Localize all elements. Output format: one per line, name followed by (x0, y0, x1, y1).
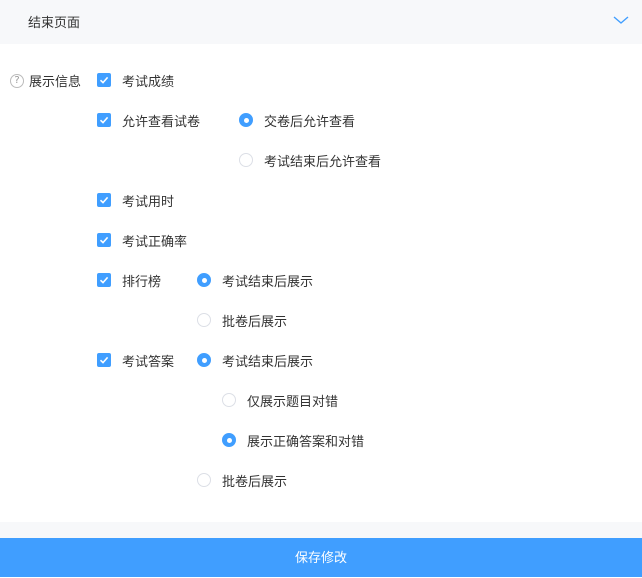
radio-label: 批卷后展示 (222, 474, 288, 490)
checkbox-label: 考试正确率 (122, 234, 188, 250)
checkbox-label: 考试答案 (122, 354, 175, 370)
radio-answers-after-grading[interactable]: 批卷后展示 (197, 470, 287, 490)
save-button[interactable]: 保存修改 (0, 538, 642, 577)
checkbox-label: 考试成绩 (122, 74, 175, 90)
checkbox-exam-score[interactable]: 考试成绩 (97, 70, 174, 90)
radio-label: 考试结束后允许查看 (264, 154, 382, 170)
radio-label: 考试结束后展示 (222, 274, 314, 290)
checkbox-allow-view-paper[interactable]: 允许查看试卷 (97, 110, 200, 130)
checkbox-checked-icon[interactable] (97, 353, 111, 367)
radio-leaderboard-after-exam-end[interactable]: 考试结束后展示 (197, 270, 313, 290)
radio-checked-icon[interactable] (222, 433, 236, 447)
checkbox-label: 考试用时 (122, 194, 175, 210)
checkbox-checked-icon[interactable] (97, 113, 111, 127)
question-circle-icon[interactable]: ? (10, 74, 24, 88)
radio-checked-icon[interactable] (197, 273, 211, 287)
checkbox-checked-icon[interactable] (97, 73, 111, 87)
radio-label: 考试结束后展示 (222, 354, 314, 370)
section-title: 结束页面 (28, 16, 81, 31)
radio-unchecked-icon[interactable] (197, 473, 211, 487)
radio-label: 仅展示题目对错 (247, 394, 339, 410)
chevron-down-icon[interactable] (612, 12, 630, 28)
radio-unchecked-icon[interactable] (197, 313, 211, 327)
footer-divider (0, 522, 642, 538)
radio-leaderboard-after-grading[interactable]: 批卷后展示 (197, 310, 287, 330)
radio-label: 批卷后展示 (222, 314, 288, 330)
checkbox-checked-icon[interactable] (97, 273, 111, 287)
checkbox-leaderboard[interactable]: 排行榜 (97, 270, 161, 290)
checkbox-label: 允许查看试卷 (122, 114, 201, 130)
radio-checked-icon[interactable] (239, 113, 253, 127)
radio-view-after-submit[interactable]: 交卷后允许查看 (239, 110, 355, 130)
radio-view-after-exam-end[interactable]: 考试结束后允许查看 (239, 150, 381, 170)
checkbox-checked-icon[interactable] (97, 233, 111, 247)
checkbox-exam-time[interactable]: 考试用时 (97, 190, 174, 210)
radio-answers-show-correct-answer[interactable]: 展示正确答案和对错 (222, 430, 364, 450)
checkbox-label: 排行榜 (122, 274, 162, 290)
radio-label: 展示正确答案和对错 (247, 434, 365, 450)
checkbox-accuracy[interactable]: 考试正确率 (97, 230, 187, 250)
radio-answers-after-exam-end[interactable]: 考试结束后展示 (197, 350, 313, 370)
checkbox-answers[interactable]: 考试答案 (97, 350, 174, 370)
radio-unchecked-icon[interactable] (239, 153, 253, 167)
radio-answers-only-correctness[interactable]: 仅展示题目对错 (222, 390, 338, 410)
radio-checked-icon[interactable] (197, 353, 211, 367)
radio-unchecked-icon[interactable] (222, 393, 236, 407)
section-header[interactable]: 结束页面 (0, 0, 642, 44)
radio-label: 交卷后允许查看 (264, 114, 356, 130)
display-info-label: 展示信息 (29, 75, 82, 90)
checkbox-checked-icon[interactable] (97, 193, 111, 207)
